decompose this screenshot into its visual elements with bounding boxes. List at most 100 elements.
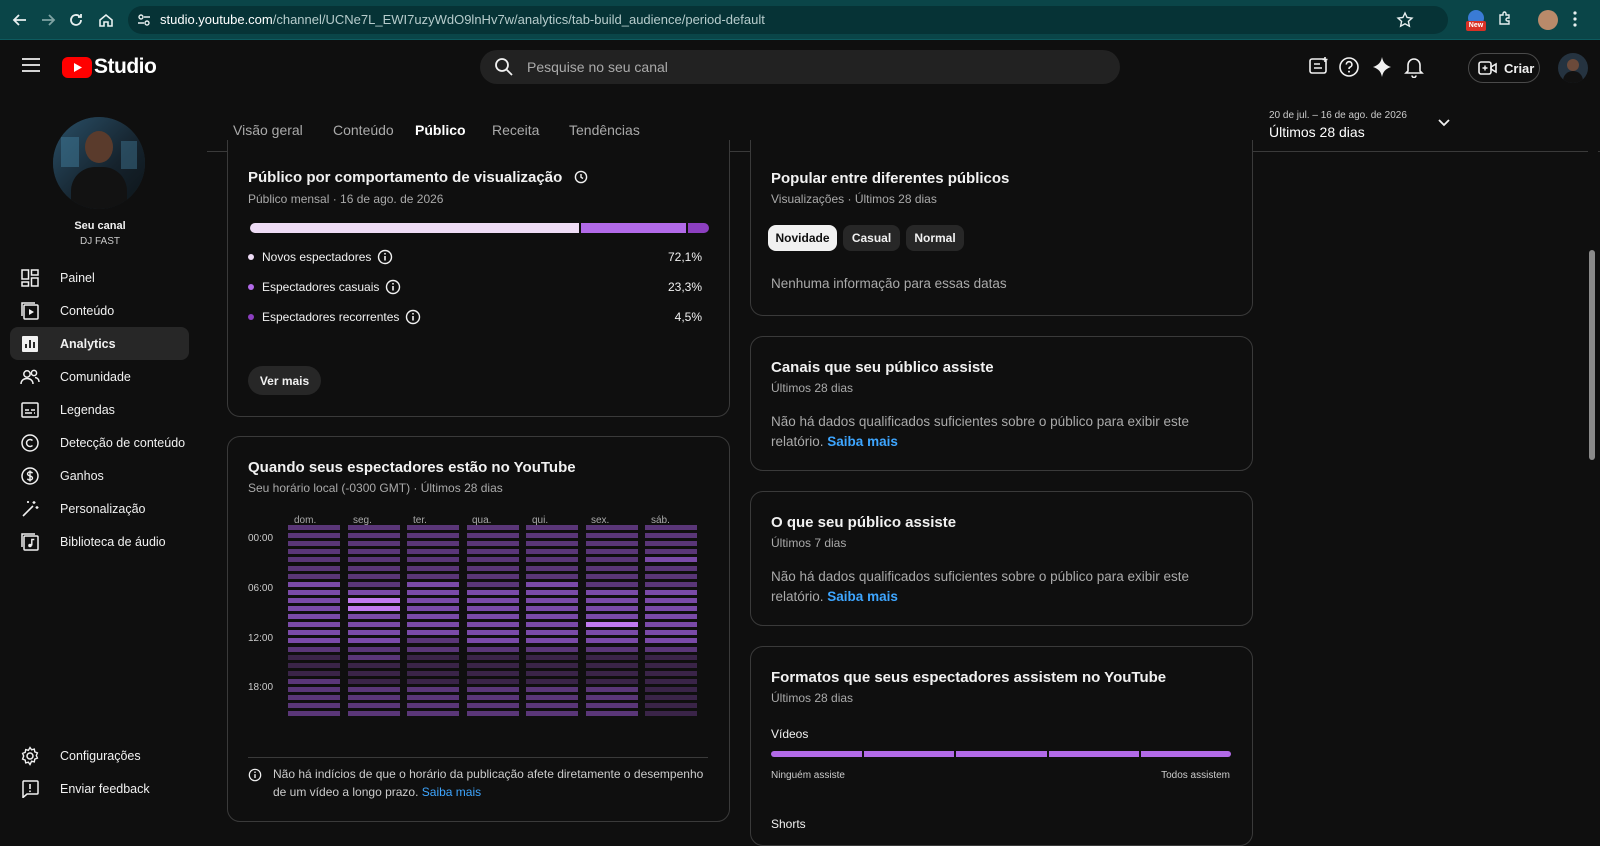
- learn-more-link[interactable]: Saiba mais: [422, 785, 481, 799]
- heatmap-cell: [347, 678, 400, 684]
- tab-revenue[interactable]: Receita: [492, 122, 539, 138]
- sidebar-item-audio-library[interactable]: Biblioteca de áudio: [10, 525, 189, 558]
- info-icon[interactable]: [405, 309, 421, 325]
- heatmap-cell: [526, 678, 578, 684]
- sidebar-item-analytics[interactable]: Analytics: [10, 327, 189, 360]
- learn-more-link[interactable]: Saiba mais: [827, 589, 898, 604]
- search-input[interactable]: Pesquise no seu canal: [527, 59, 668, 75]
- sidebar-item-customization[interactable]: Personalização: [10, 492, 189, 525]
- channel-avatar[interactable]: [53, 117, 145, 209]
- scrollbar-thumb[interactable]: [1589, 250, 1595, 460]
- bookmark-star-icon[interactable]: [1396, 11, 1414, 29]
- heatmap-cell: [466, 557, 519, 563]
- behavior-title-text: Público por comportamento de visualizaçã…: [248, 169, 563, 186]
- heatmap-cell: [526, 614, 578, 620]
- when-card-title: Quando seus espectadores estão no YouTub…: [248, 459, 576, 476]
- chip-novidade[interactable]: Novidade: [768, 225, 837, 251]
- url-path: /channel/UCNe7L_EWI7uzyWdO9lnHv7w/analyt…: [272, 12, 765, 27]
- search-icon[interactable]: [494, 57, 514, 77]
- heatmap-cell: [466, 630, 519, 636]
- sidebar-item-settings[interactable]: Configurações: [10, 739, 189, 772]
- menu-hamburger-icon[interactable]: [22, 58, 40, 72]
- chip-casual[interactable]: Casual: [843, 225, 900, 251]
- period-label[interactable]: Últimos 28 dias: [1269, 124, 1365, 140]
- heatmap-cell: [645, 622, 697, 628]
- behavior-stacked-bar[interactable]: [250, 223, 709, 233]
- sidebar-item-subtitles[interactable]: Legendas: [10, 393, 189, 426]
- analytics-icon: [20, 334, 40, 354]
- heatmap-cell: [585, 695, 638, 701]
- chevron-down-icon[interactable]: [1437, 118, 1451, 128]
- profile-avatar-icon[interactable]: [1538, 10, 1558, 30]
- heatmap-cell: [645, 670, 697, 676]
- tab-audience[interactable]: Público: [415, 122, 466, 138]
- sidebar-item-content[interactable]: Conteúdo: [10, 294, 189, 327]
- browser-menu-icon[interactable]: [1572, 10, 1578, 28]
- heatmap-cell: [407, 638, 459, 644]
- studio-logo[interactable]: Studio: [62, 54, 157, 80]
- sidebar-item-feedback[interactable]: Enviar feedback: [10, 772, 189, 805]
- heatmap-cell: [585, 654, 638, 660]
- heatmap-cell: [526, 606, 578, 611]
- extensions-puzzle-icon[interactable]: [1496, 10, 1514, 28]
- help-icon[interactable]: [1336, 54, 1362, 80]
- url-host: studio.youtube.com: [160, 12, 273, 27]
- site-info-icon[interactable]: [136, 12, 152, 28]
- clock-icon[interactable]: [574, 170, 588, 184]
- customization-icon: [20, 499, 40, 519]
- heatmap-cell: [288, 606, 340, 611]
- info-icon[interactable]: [377, 249, 393, 265]
- search-bar[interactable]: Pesquise no seu canal: [480, 50, 1120, 84]
- behavior-bar-segment: [688, 223, 709, 233]
- tab-trends[interactable]: Tendências: [569, 122, 640, 138]
- heatmap-cell: [347, 549, 400, 555]
- scrollbar-track[interactable]: [1588, 96, 1598, 828]
- sidebar-item-label: Conteúdo: [60, 303, 115, 318]
- heatmap-cell: [407, 565, 459, 571]
- heatmap-cell: [526, 638, 578, 644]
- info-icon[interactable]: [385, 279, 401, 295]
- legend-returning-viewers: Espectadores recorrentes 4,5%: [248, 307, 702, 327]
- notifications-bell-icon[interactable]: [1401, 54, 1427, 80]
- channels-card-body: Não há dados qualificados suficientes so…: [771, 412, 1211, 452]
- heatmap-cell: [645, 703, 697, 709]
- address-bar[interactable]: studio.youtube.com/channel/UCNe7L_EWI7uz…: [128, 6, 1448, 34]
- heatmap-cell: [347, 541, 400, 547]
- heatmap-cell: [466, 549, 519, 555]
- tab-overview[interactable]: Visão geral: [233, 122, 303, 138]
- tab-content[interactable]: Conteúdo: [333, 122, 394, 138]
- sidebar-item-earn[interactable]: Ganhos: [10, 459, 189, 492]
- videos-scale-bar[interactable]: [771, 751, 1231, 757]
- sidebar-item-community[interactable]: Comunidade: [10, 360, 189, 393]
- heatmap-cell: [645, 646, 697, 652]
- behavior-bar-segment: [250, 223, 580, 233]
- viewer-time-heatmap[interactable]: dom. seg. ter. qua. qui. sex. sáb. 00:00…: [248, 515, 708, 745]
- heatmap-cell: [526, 565, 578, 571]
- legend-casual-viewers: Espectadores casuais 23,3%: [248, 277, 702, 297]
- forward-icon[interactable]: [36, 8, 60, 32]
- heatmap-cell: [526, 695, 578, 701]
- feedback-comment-icon[interactable]: [1306, 54, 1332, 80]
- sidebar-item-dashboard[interactable]: Painel: [10, 261, 189, 294]
- heatmap-cell: [466, 573, 519, 579]
- sidebar-item-label: Comunidade: [60, 369, 131, 384]
- sidebar-item-copyright[interactable]: Detecção de conteúdo: [10, 426, 189, 459]
- heatmap-cell: [526, 533, 578, 539]
- heatmap-cell: [526, 622, 578, 628]
- sparkle-ai-icon[interactable]: [1369, 54, 1395, 80]
- see-more-button[interactable]: Ver mais: [248, 366, 321, 395]
- account-avatar[interactable]: [1558, 53, 1588, 83]
- chip-normal[interactable]: Normal: [906, 225, 964, 251]
- learn-more-link[interactable]: Saiba mais: [827, 434, 898, 449]
- heatmap-cell: [526, 525, 578, 530]
- reload-icon[interactable]: [64, 8, 88, 32]
- behavior-card-title: Público por comportamento de visualizaçã…: [248, 169, 588, 186]
- watches-card-title: O que seu público assiste: [771, 514, 957, 531]
- back-icon[interactable]: [8, 8, 32, 32]
- channels-card: Canais que seu público assiste Últimos 2…: [750, 336, 1253, 471]
- heatmap-cell: [407, 622, 459, 628]
- extension-new-icon[interactable]: New: [1466, 10, 1486, 31]
- heatmap-cell: [585, 533, 638, 539]
- home-icon[interactable]: [94, 8, 118, 32]
- create-button[interactable]: Criar: [1468, 53, 1540, 83]
